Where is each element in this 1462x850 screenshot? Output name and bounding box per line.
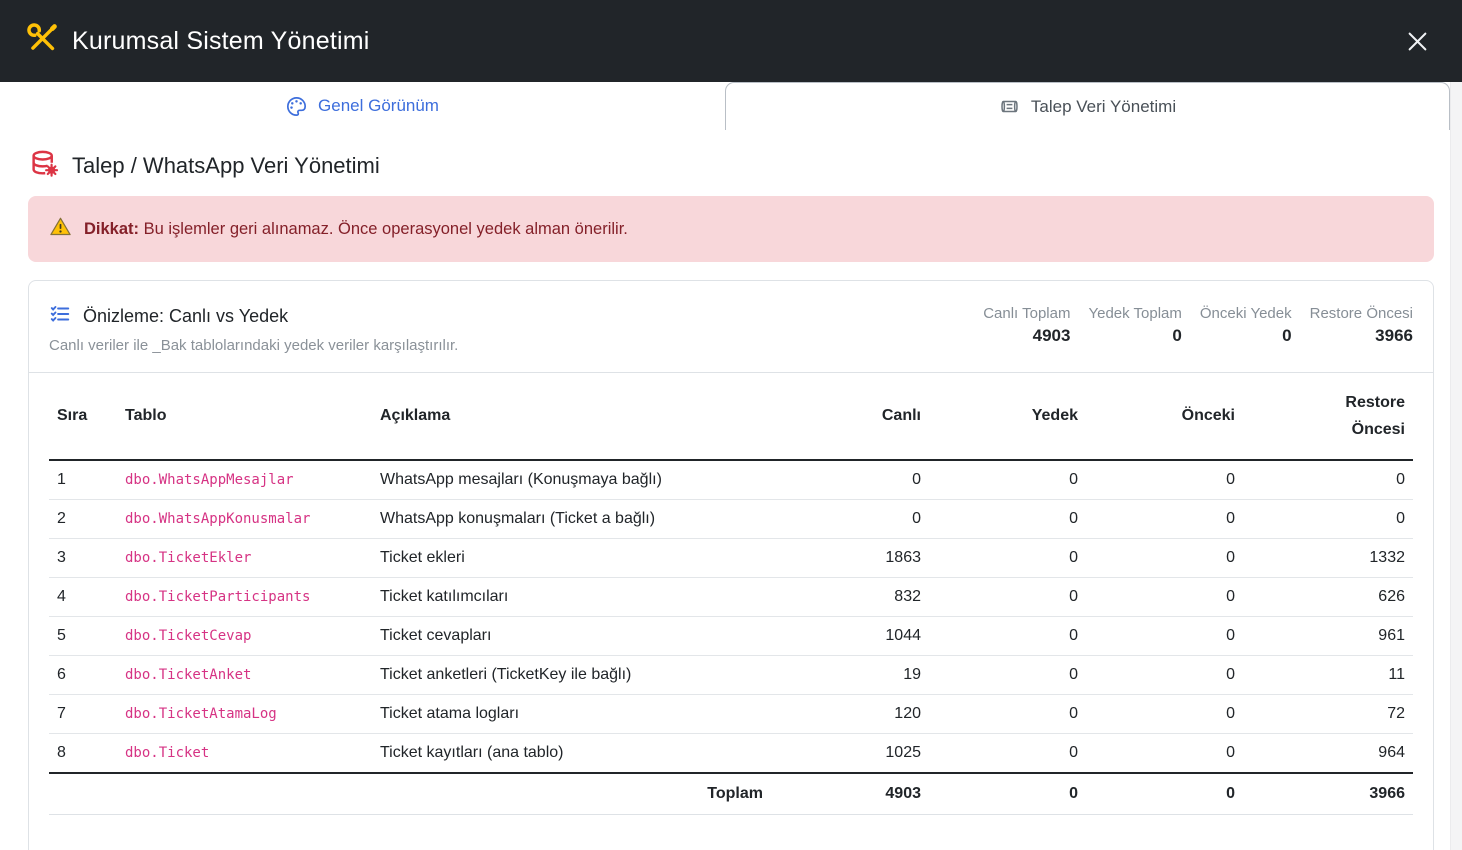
col-canli: Canlı: [779, 373, 929, 460]
tab-label: Genel Görünüm: [318, 96, 439, 116]
scrollbar[interactable]: [1450, 82, 1462, 850]
tab-genel-gorunum[interactable]: Genel Görünüm: [0, 82, 725, 130]
table-row: 1 dbo.WhatsAppMesajlar WhatsApp mesajlar…: [49, 460, 1413, 500]
table-name-code: dbo.WhatsAppMesajlar: [117, 460, 372, 500]
table-name-code: dbo.TicketEkler: [117, 539, 372, 578]
table-name-code: dbo.TicketAtamaLog: [117, 695, 372, 734]
table-name-code: dbo.Ticket: [117, 734, 372, 774]
stat-yedek-toplam: Yedek Toplam 0: [1088, 305, 1181, 346]
close-button[interactable]: [1400, 24, 1435, 59]
table-total-row: Toplam 4903 0 0 3966: [49, 773, 1413, 815]
table-row: 4 dbo.TicketParticipants Ticket katılımc…: [49, 578, 1413, 617]
col-onceki: Önceki: [1086, 373, 1243, 460]
table-row: 2 dbo.WhatsAppKonusmalar WhatsApp konuşm…: [49, 500, 1413, 539]
total-canli: 4903: [779, 773, 929, 815]
section-title: Talep / WhatsApp Veri Yönetimi: [72, 153, 380, 179]
palette-icon: [286, 96, 307, 117]
total-yedek: 0: [929, 773, 1086, 815]
summary-stats: Canlı Toplam 4903 Yedek Toplam 0 Önceki …: [983, 305, 1413, 346]
col-aciklama: Açıklama: [372, 373, 779, 460]
comparison-table: Sıra Tablo Açıklama Canlı Yedek Önceki R…: [49, 373, 1413, 815]
table-name-code: dbo.WhatsAppKonusmalar: [117, 500, 372, 539]
close-icon: [1404, 43, 1431, 58]
table-row: 3 dbo.TicketEkler Ticket ekleri 1863 0 0…: [49, 539, 1413, 578]
stat-canli-toplam: Canlı Toplam 4903: [983, 305, 1070, 346]
stat-onceki-yedek: Önceki Yedek 0: [1200, 305, 1292, 346]
main-area: Genel Görünüm Talep Veri Yönetimi: [0, 82, 1462, 850]
table-name-code: dbo.TicketParticipants: [117, 578, 372, 617]
ticket-icon: [999, 96, 1020, 117]
warning-alert: Dikkat: Bu işlemler geri alınamaz. Önce …: [28, 196, 1434, 262]
total-onceki: 0: [1086, 773, 1243, 815]
tab-talep-veri-yonetimi[interactable]: Talep Veri Yönetimi: [725, 82, 1450, 130]
database-gear-icon: [30, 149, 59, 183]
preview-subtitle: Canlı veriler ile _Bak tablolarındaki ye…: [49, 337, 458, 354]
section-header: Talep / WhatsApp Veri Yönetimi: [30, 149, 1434, 183]
alert-text: Dikkat: Bu işlemler geri alınamaz. Önce …: [84, 220, 628, 239]
stat-restore-oncesi: Restore Öncesi 3966: [1310, 305, 1413, 346]
total-label: Toplam: [49, 773, 779, 815]
preview-title: Önizleme: Canlı vs Yedek: [83, 306, 288, 327]
table-name-code: dbo.TicketCevap: [117, 617, 372, 656]
table-name-code: dbo.TicketAnket: [117, 656, 372, 695]
total-restore: 3966: [1243, 773, 1413, 815]
warning-triangle-icon: [49, 215, 72, 243]
table-row: 7 dbo.TicketAtamaLog Ticket atama loglar…: [49, 695, 1413, 734]
tools-icon: [27, 23, 58, 59]
table-row: 6 dbo.TicketAnket Ticket anketleri (Tick…: [49, 656, 1413, 695]
list-check-icon: [49, 303, 71, 330]
table-header-row: Sıra Tablo Açıklama Canlı Yedek Önceki R…: [49, 373, 1413, 460]
app-header: Kurumsal Sistem Yönetimi: [0, 0, 1462, 82]
preview-card: Önizleme: Canlı vs Yedek Canlı veriler i…: [28, 280, 1434, 850]
table-row: 8 dbo.Ticket Ticket kayıtları (ana tablo…: [49, 734, 1413, 774]
col-tablo: Tablo: [117, 373, 372, 460]
app-title: Kurumsal Sistem Yönetimi: [72, 27, 370, 56]
preview-card-header: Önizleme: Canlı vs Yedek Canlı veriler i…: [29, 281, 1433, 373]
content-area: Talep / WhatsApp Veri Yönetimi Dikkat: B…: [0, 149, 1450, 850]
col-yedek: Yedek: [929, 373, 1086, 460]
col-sira: Sıra: [49, 373, 117, 460]
tab-label: Talep Veri Yönetimi: [1031, 97, 1176, 117]
col-restore-oncesi: Restore Öncesi: [1243, 373, 1413, 460]
table-row: 5 dbo.TicketCevap Ticket cevapları 1044 …: [49, 617, 1413, 656]
tab-bar: Genel Görünüm Talep Veri Yönetimi: [0, 82, 1450, 130]
